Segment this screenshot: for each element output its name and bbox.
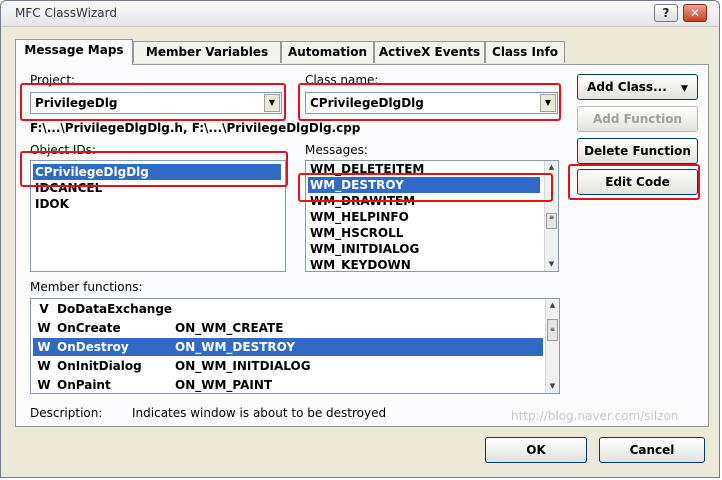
chevron-down-icon[interactable]: ▼ <box>264 94 280 112</box>
function-kind: W <box>37 321 51 335</box>
add-function-button[interactable]: Add Function <box>577 106 698 132</box>
function-name: OnInitDialog <box>57 359 142 373</box>
function-name: DoDataExchange <box>57 302 173 316</box>
function-kind: W <box>37 359 51 373</box>
function-name: OnPaint <box>57 378 111 392</box>
function-map: ON_WM_PAINT <box>175 378 273 392</box>
function-map: ON_WM_INITDIALOG <box>175 359 311 373</box>
list-item[interactable]: CPrivilegeDlgDlg <box>33 164 281 180</box>
scroll-up-icon[interactable]: ▲ <box>546 299 559 312</box>
close-button[interactable]: ✕ <box>683 4 707 22</box>
function-kind: W <box>37 340 51 354</box>
add-class-button[interactable]: Add Class... ▼ <box>577 74 698 100</box>
tab-class-info[interactable]: Class Info <box>485 41 565 63</box>
function-map: ON_WM_CREATE <box>175 321 284 335</box>
add-class-label: Add Class... <box>587 80 667 94</box>
class-name-combo[interactable]: CPrivilegeDlgDlg ▼ <box>305 92 558 114</box>
project-label: Project: <box>30 73 76 87</box>
tab-activex-events[interactable]: ActiveX Events <box>374 41 485 63</box>
list-item[interactable]: WM_DELETEITEM <box>308 161 424 177</box>
delete-function-button[interactable]: Delete Function <box>577 138 698 164</box>
description-text: Indicates window is about to be destroye… <box>132 406 387 420</box>
chevron-down-icon[interactable]: ▼ <box>540 94 556 112</box>
watermark-text: http://blog.naver.com/silzon <box>511 409 679 423</box>
project-combo[interactable]: PrivilegeDlg ▼ <box>30 92 282 114</box>
list-item[interactable]: IDCANCEL <box>33 180 102 196</box>
scroll-thumb[interactable]: ≡ <box>547 319 558 341</box>
table-row[interactable]: W OnInitDialog ON_WM_INITDIALOG <box>33 357 543 375</box>
list-item[interactable]: WM_INITDIALOG <box>308 241 419 257</box>
files-path: F:\...\PrivilegeDlgDlg.h, F:\...\Privile… <box>30 121 361 135</box>
description-label: Description: <box>30 406 103 420</box>
function-kind: V <box>39 302 49 316</box>
class-name-label: Class name: <box>305 73 379 87</box>
tab-automation[interactable]: Automation <box>281 41 374 63</box>
object-ids-label: Object IDs: <box>30 143 96 157</box>
member-functions-scrollbar[interactable]: ▲ ≡ ▼ <box>545 299 559 393</box>
list-item[interactable]: IDOK <box>33 196 69 212</box>
list-item[interactable]: WM_DRAWITEM <box>308 193 415 209</box>
table-row[interactable]: W OnDestroy ON_WM_DESTROY <box>33 338 543 356</box>
tab-message-maps[interactable]: Message Maps <box>15 39 133 65</box>
chevron-down-icon: ▼ <box>680 84 688 94</box>
message-maps-panel: Project: PrivilegeDlg ▼ Class name: CPri… <box>15 64 709 427</box>
object-ids-list[interactable]: CPrivilegeDlgDlg IDCANCEL IDOK <box>30 160 286 272</box>
classwizard-window: MFC ClassWizard ? ✕ Message Maps Member … <box>0 0 720 478</box>
ok-button[interactable]: OK <box>485 437 587 463</box>
scroll-up-icon[interactable]: ▲ <box>545 161 558 174</box>
cancel-button[interactable]: Cancel <box>599 437 705 463</box>
scroll-thumb[interactable]: ≡ <box>546 213 557 229</box>
list-item[interactable]: WM_KEYDOWN <box>308 257 411 271</box>
table-row[interactable]: V DoDataExchange <box>33 300 543 318</box>
table-row[interactable]: W OnPaint ON_WM_PAINT <box>33 376 543 393</box>
messages-list[interactable]: WM_DELETEITEM WM_DESTROY WM_DRAWITEM WM_… <box>305 160 559 272</box>
messages-scrollbar[interactable]: ▲ ≡ ▼ <box>544 161 558 271</box>
edit-code-button[interactable]: Edit Code <box>577 169 698 195</box>
table-row[interactable]: W OnCreate ON_WM_CREATE <box>33 319 543 337</box>
member-functions-list[interactable]: V DoDataExchange W OnCreate ON_WM_CREATE… <box>30 298 560 394</box>
help-button[interactable]: ? <box>654 4 678 22</box>
function-name: OnDestroy <box>57 340 129 354</box>
list-item[interactable]: WM_HELPINFO <box>308 209 409 225</box>
scroll-down-icon[interactable]: ▼ <box>546 380 559 393</box>
messages-label: Messages: <box>305 143 368 157</box>
tab-member-variables[interactable]: Member Variables <box>133 41 281 63</box>
function-kind: W <box>37 378 51 392</box>
window-title: MFC ClassWizard <box>15 6 117 20</box>
class-name-value: CPrivilegeDlgDlg <box>310 96 424 110</box>
function-map: ON_WM_DESTROY <box>175 340 296 354</box>
title-bar[interactable]: MFC ClassWizard ? ✕ <box>1 1 719 27</box>
list-item[interactable]: WM_HSCROLL <box>308 225 403 241</box>
function-name: OnCreate <box>57 321 121 335</box>
list-item[interactable]: WM_DESTROY <box>308 177 540 193</box>
project-value: PrivilegeDlg <box>35 96 118 110</box>
member-functions-label: Member functions: <box>30 280 143 294</box>
scroll-down-icon[interactable]: ▼ <box>545 258 558 271</box>
